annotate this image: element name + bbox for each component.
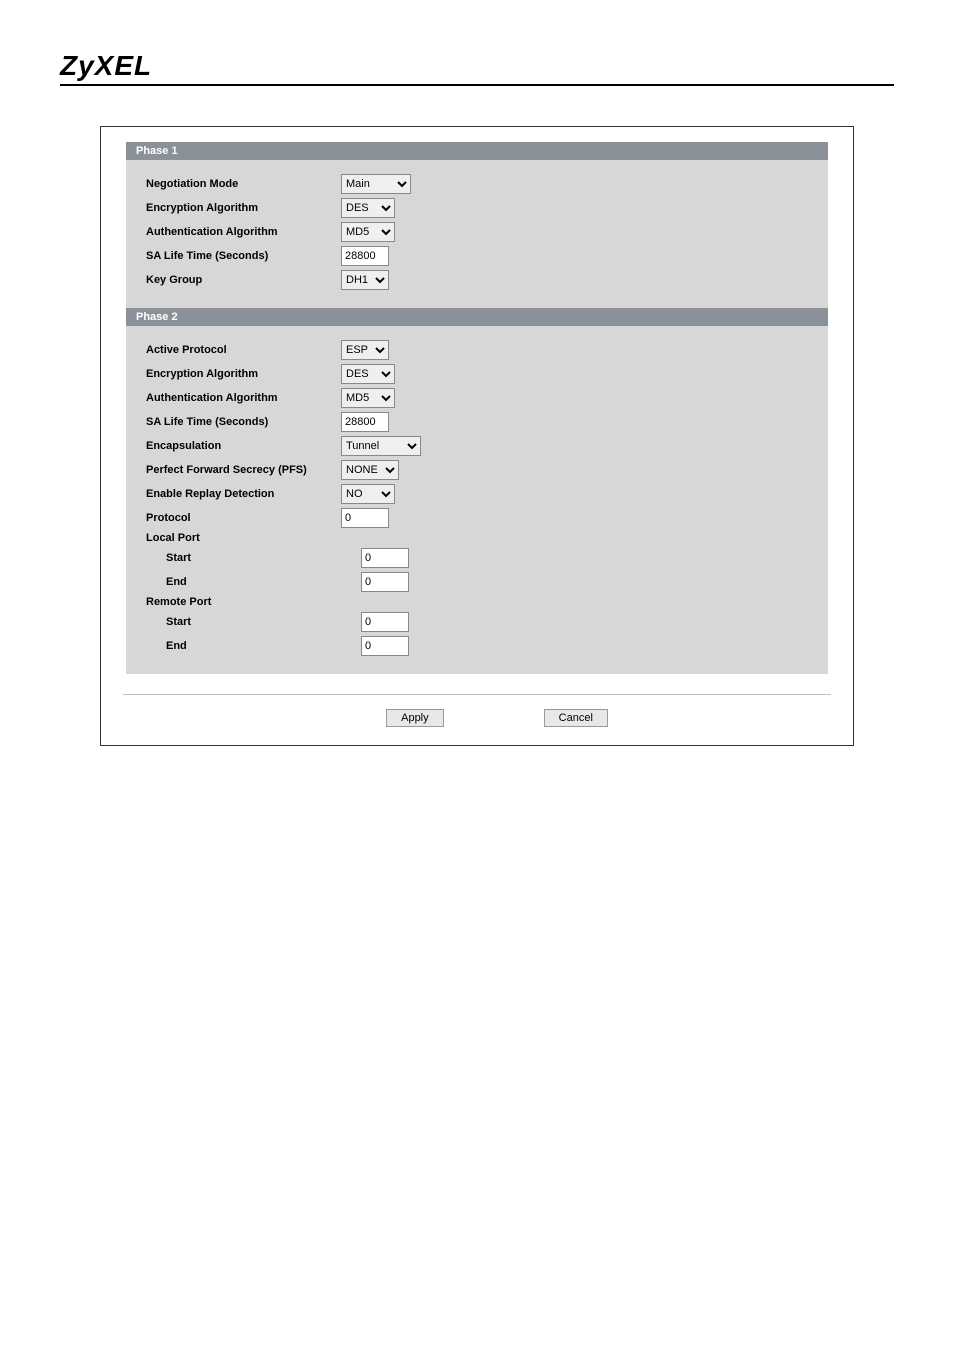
phase2-body: Active Protocol ESP Encryption Algorithm… [126, 326, 828, 674]
p1-auth-label: Authentication Algorithm [146, 226, 341, 238]
protocol-input[interactable] [341, 508, 389, 528]
p1-salife-input[interactable] [341, 246, 389, 266]
negotiation-mode-label: Negotiation Mode [146, 178, 341, 190]
negotiation-mode-select[interactable]: Main [341, 174, 411, 194]
config-panel: Phase 1 Negotiation Mode Main Encryption… [100, 126, 854, 746]
apply-button[interactable]: Apply [386, 709, 444, 727]
remote-start-input[interactable] [361, 612, 409, 632]
protocol-label: Protocol [146, 512, 341, 524]
pfs-label: Perfect Forward Secrecy (PFS) [146, 464, 341, 476]
p2-salife-input[interactable] [341, 412, 389, 432]
replay-label: Enable Replay Detection [146, 488, 341, 500]
active-protocol-select[interactable]: ESP [341, 340, 389, 360]
encapsulation-label: Encapsulation [146, 440, 341, 452]
phase2-header: Phase 2 [126, 308, 828, 326]
encapsulation-select[interactable]: Tunnel [341, 436, 421, 456]
brand-logo: ZyXEL [60, 50, 894, 86]
p2-auth-select[interactable]: MD5 [341, 388, 395, 408]
key-group-label: Key Group [146, 274, 341, 286]
remote-end-label: End [146, 640, 361, 652]
replay-select[interactable]: NO [341, 484, 395, 504]
key-group-select[interactable]: DH1 [341, 270, 389, 290]
p1-encryption-label: Encryption Algorithm [146, 202, 341, 214]
phase1-body: Negotiation Mode Main Encryption Algorit… [126, 160, 828, 308]
p2-salife-label: SA Life Time (Seconds) [146, 416, 341, 428]
remote-port-label: Remote Port [146, 596, 341, 608]
phase1-header: Phase 1 [126, 142, 828, 160]
cancel-button[interactable]: Cancel [544, 709, 608, 727]
p2-auth-label: Authentication Algorithm [146, 392, 341, 404]
p2-encryption-select[interactable]: DES [341, 364, 395, 384]
local-start-input[interactable] [361, 548, 409, 568]
active-protocol-label: Active Protocol [146, 344, 341, 356]
p1-salife-label: SA Life Time (Seconds) [146, 250, 341, 262]
remote-start-label: Start [146, 616, 361, 628]
remote-end-input[interactable] [361, 636, 409, 656]
local-port-label: Local Port [146, 532, 341, 544]
local-start-label: Start [146, 552, 361, 564]
p2-encryption-label: Encryption Algorithm [146, 368, 341, 380]
local-end-input[interactable] [361, 572, 409, 592]
local-end-label: End [146, 576, 361, 588]
p1-encryption-select[interactable]: DES [341, 198, 395, 218]
p1-auth-select[interactable]: MD5 [341, 222, 395, 242]
pfs-select[interactable]: NONE [341, 460, 399, 480]
